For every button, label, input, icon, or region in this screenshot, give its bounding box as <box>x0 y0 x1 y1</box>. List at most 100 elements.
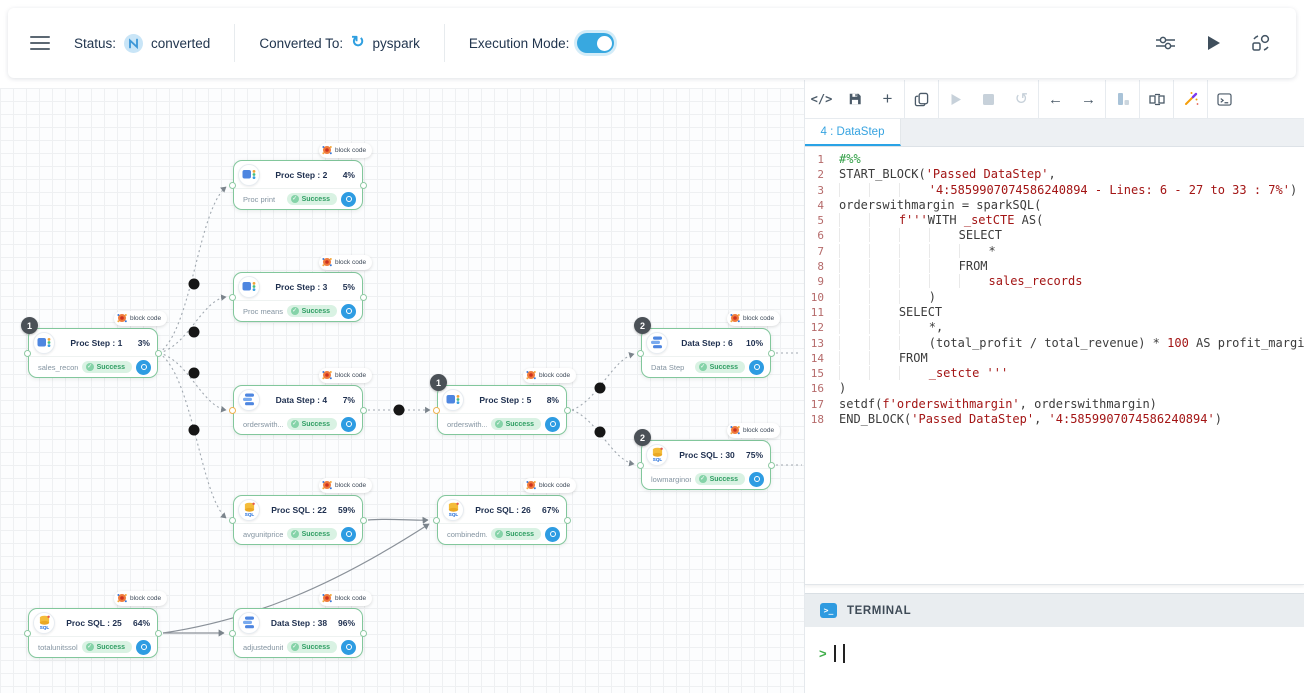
line-number: 2 <box>805 167 839 182</box>
magic-wand-icon[interactable] <box>1174 80 1207 119</box>
workflow-node-n3[interactable]: block code Proc Step : 3 5% Proc means ✓… <box>233 272 363 322</box>
code-line: 1#%% <box>805 152 1304 167</box>
node-action-button[interactable] <box>545 527 560 542</box>
workflow-node-n22[interactable]: block code SQL Proc SQL : 22 59% avgunit… <box>233 495 363 545</box>
node-title: Proc Step : 5 <box>464 395 547 405</box>
chart-icon[interactable] <box>1106 80 1139 119</box>
workflow-node-n1[interactable]: block code 1 Proc Step : 1 3% sales_reco… <box>28 328 158 378</box>
copy-icon[interactable] <box>905 80 938 119</box>
code-line: 9 sales_records <box>805 274 1304 289</box>
node-order-badge: 1 <box>430 374 447 391</box>
execution-mode-toggle[interactable] <box>577 33 614 53</box>
output-connector[interactable] <box>768 350 775 357</box>
compare-icon[interactable] <box>1140 80 1173 119</box>
stop-icon-disabled[interactable] <box>972 80 1005 119</box>
block-code-badge[interactable]: block code <box>523 478 576 493</box>
input-connector[interactable] <box>229 407 236 414</box>
block-code-badge[interactable]: block code <box>114 591 167 606</box>
code-editor[interactable]: 1#%%2START_BLOCK('Passed DataStep',3 '4:… <box>805 147 1304 585</box>
output-connector[interactable] <box>360 630 367 637</box>
output-connector[interactable] <box>360 182 367 189</box>
plus-icon[interactable]: + <box>871 80 904 119</box>
run-all-icon[interactable] <box>1202 32 1224 54</box>
workflow-node-n38[interactable]: block code Data Step : 38 96% adjustedun… <box>233 608 363 658</box>
output-connector[interactable] <box>564 407 571 414</box>
block-code-label: block code <box>539 372 570 379</box>
output-connector[interactable] <box>360 407 367 414</box>
arrow-right-icon[interactable]: → <box>1072 80 1105 119</box>
node-action-button[interactable] <box>749 472 764 487</box>
node-action-button[interactable] <box>341 640 356 655</box>
input-connector[interactable] <box>229 630 236 637</box>
code-icon[interactable]: </> <box>805 80 838 119</box>
save-icon[interactable] <box>838 80 871 119</box>
workflow-canvas[interactable]: block code 1 Proc Step : 1 3% sales_reco… <box>0 88 804 693</box>
block-code-icon <box>322 142 332 160</box>
input-connector[interactable] <box>433 517 440 524</box>
block-code-badge[interactable]: block code <box>319 368 372 383</box>
block-code-badge[interactable]: block code <box>727 311 780 326</box>
terminal-body[interactable]: > <box>805 627 1304 663</box>
code-line: 11 SELECT <box>805 305 1304 320</box>
terminal-panel-icon[interactable] <box>1208 80 1241 119</box>
tab-datastep[interactable]: 4 : DataStep <box>805 119 901 146</box>
block-code-badge[interactable]: block code <box>727 423 780 438</box>
output-connector[interactable] <box>768 462 775 469</box>
check-icon: ✓ <box>86 363 94 371</box>
group-layout-icon[interactable] <box>1250 32 1272 54</box>
input-connector[interactable] <box>637 350 644 357</box>
block-code-badge[interactable]: block code <box>319 478 372 493</box>
input-connector[interactable] <box>24 350 31 357</box>
block-code-badge[interactable]: block code <box>319 255 372 270</box>
input-connector[interactable] <box>229 182 236 189</box>
input-connector[interactable] <box>637 462 644 469</box>
workflow-node-n6[interactable]: block code 2 Data Step : 6 10% Data Step… <box>641 328 771 378</box>
workflow-node-n26[interactable]: block code SQL Proc SQL : 26 67% combine… <box>437 495 567 545</box>
node-action-button[interactable] <box>136 360 151 375</box>
node-action-button[interactable] <box>341 192 356 207</box>
block-code-label: block code <box>335 259 366 266</box>
block-code-label: block code <box>539 482 570 489</box>
input-connector[interactable] <box>229 294 236 301</box>
code-line: 7 * <box>805 244 1304 259</box>
settings-sliders-icon[interactable] <box>1154 32 1176 54</box>
node-action-button[interactable] <box>749 360 764 375</box>
terminal-cursor <box>834 645 836 662</box>
play-icon-disabled[interactable] <box>939 80 972 119</box>
input-connector[interactable] <box>433 407 440 414</box>
status-badge: ✓ Success <box>491 528 541 540</box>
output-connector[interactable] <box>155 350 162 357</box>
hamburger-menu-icon[interactable] <box>30 36 50 50</box>
check-icon: ✓ <box>699 475 707 483</box>
node-action-button[interactable] <box>545 417 560 432</box>
output-connector[interactable] <box>360 517 367 524</box>
node-action-button[interactable] <box>341 417 356 432</box>
terminal-title: TERMINAL <box>847 605 911 617</box>
output-connector[interactable] <box>360 294 367 301</box>
node-order-badge: 2 <box>634 317 651 334</box>
workflow-node-n25[interactable]: block code SQL Proc SQL : 25 64% totalun… <box>28 608 158 658</box>
node-action-button[interactable] <box>341 304 356 319</box>
code-line: 17setdf(f'orderswithmargin', orderswithm… <box>805 397 1304 412</box>
reset-icon-disabled[interactable]: ↺ <box>1005 80 1038 119</box>
workflow-node-n30[interactable]: block code 2 SQL Proc SQL : 30 75% lowma… <box>641 440 771 490</box>
workflow-node-n2[interactable]: block code Proc Step : 2 4% Proc print ✓… <box>233 160 363 210</box>
block-code-badge[interactable]: block code <box>114 311 167 326</box>
output-connector[interactable] <box>564 517 571 524</box>
node-action-button[interactable] <box>341 527 356 542</box>
check-icon: ✓ <box>495 530 503 538</box>
arrow-left-icon[interactable]: ← <box>1039 80 1072 119</box>
node-title: Data Step : 4 <box>260 395 343 405</box>
workflow-node-n5[interactable]: block code 1 Proc Step : 5 8% orderswith… <box>437 385 567 435</box>
check-icon: ✓ <box>86 643 94 651</box>
input-connector[interactable] <box>229 517 236 524</box>
node-action-button[interactable] <box>136 640 151 655</box>
block-code-badge[interactable]: block code <box>523 368 576 383</box>
line-number: 3 <box>805 183 839 198</box>
workflow-node-n4[interactable]: block code Data Step : 4 7% orderswith..… <box>233 385 363 435</box>
terminal-header[interactable]: >_ TERMINAL <box>805 593 1304 627</box>
output-connector[interactable] <box>155 630 162 637</box>
block-code-badge[interactable]: block code <box>319 591 372 606</box>
block-code-badge[interactable]: block code <box>319 143 372 158</box>
input-connector[interactable] <box>24 630 31 637</box>
